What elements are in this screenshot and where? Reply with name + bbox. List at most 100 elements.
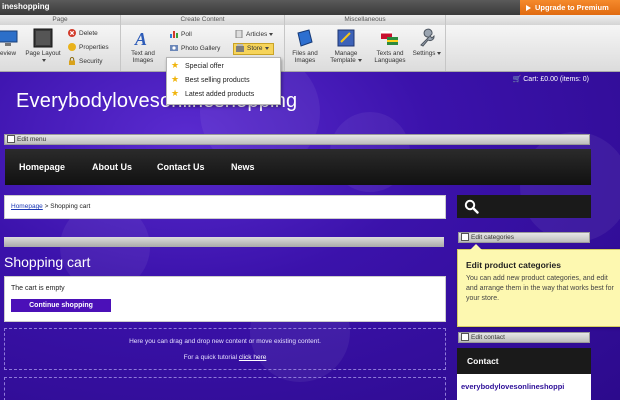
monitor-icon xyxy=(0,30,18,46)
cart-content-box: The cart is empty Continue shopping xyxy=(4,276,446,322)
properties-label: Properties xyxy=(79,44,109,51)
drop-zone-tutorial: For a quick tutorial click here xyxy=(5,354,445,361)
contact-email[interactable]: everybodylovesonlineshoppi xyxy=(461,382,589,391)
top-bar: ineshopping Upgrade to Premium xyxy=(0,0,620,15)
cart-empty-text: The cart is empty xyxy=(11,285,65,292)
nav-item-news[interactable]: News xyxy=(231,149,255,185)
upgrade-button[interactable]: Upgrade to Premium xyxy=(520,0,620,15)
lock-icon xyxy=(69,57,75,66)
chevron-down-icon xyxy=(269,32,274,36)
tooltip-title: Edit product categories xyxy=(466,260,561,270)
store-button[interactable]: Store xyxy=(233,43,274,55)
upgrade-label: Upgrade to Premium xyxy=(535,3,609,12)
files-and-images-label: Files and Images xyxy=(292,50,318,64)
poll-icon xyxy=(170,31,178,39)
photo-gallery-button[interactable]: Photo Gallery xyxy=(170,44,220,54)
search-icon[interactable] xyxy=(464,199,479,214)
group-header-misc: Miscellaneous xyxy=(285,15,446,25)
star-icon: ★ xyxy=(171,74,180,84)
text-icon: A xyxy=(134,29,147,48)
menu-item-label: Special offer xyxy=(185,63,224,70)
contact-header: Contact xyxy=(457,348,591,374)
separator xyxy=(120,15,121,71)
edit-icon xyxy=(461,233,469,242)
page-layout-label: Page Layout xyxy=(25,50,61,57)
menu-item-special-offer[interactable]: ★ Special offer xyxy=(171,61,224,73)
store-label: Store xyxy=(247,45,263,52)
articles-label: Articles xyxy=(246,31,268,38)
group-header-empty xyxy=(446,15,620,25)
continue-shopping-button[interactable]: Continue shopping xyxy=(11,299,111,312)
photo-gallery-label: Photo Gallery xyxy=(181,45,221,52)
breadcrumb-separator: > xyxy=(44,203,49,210)
group-header-create: Create Content xyxy=(121,15,285,25)
delete-button[interactable]: Delete xyxy=(68,29,98,39)
texts-and-languages-label: Texts and Languages xyxy=(374,50,406,64)
flags-icon xyxy=(381,31,398,45)
settings-label: Settings xyxy=(412,50,436,57)
edit-categories-strip[interactable]: Edit categories xyxy=(458,232,590,243)
text-and-images-label: Text and Images xyxy=(131,50,155,64)
layout-icon xyxy=(33,28,53,48)
store-icon xyxy=(236,44,244,53)
delete-icon xyxy=(68,29,76,38)
nav-item-about-us[interactable]: About Us xyxy=(92,149,132,185)
drop-zone-lower[interactable] xyxy=(4,377,446,400)
template-icon xyxy=(337,29,355,47)
site-title: ineshopping xyxy=(2,2,50,11)
cart-icon: 🛒 xyxy=(512,76,524,83)
photo-icon xyxy=(170,45,178,52)
security-label: Security xyxy=(79,58,103,65)
wrench-icon xyxy=(420,28,435,47)
drop-zone[interactable]: Here you can drag and drop new content o… xyxy=(4,328,446,370)
search-box[interactable] xyxy=(457,195,591,218)
menu-item-latest-added[interactable]: ★ Latest added products xyxy=(171,89,254,101)
editor-toolbar: Page Create Content Miscellaneous eview … xyxy=(0,15,620,72)
delete-label: Delete xyxy=(79,30,98,37)
edit-icon xyxy=(461,333,469,342)
poll-button[interactable]: Poll xyxy=(170,30,192,40)
settings-button[interactable]: Settings xyxy=(407,28,447,57)
edit-contact-strip[interactable]: Edit contact xyxy=(458,332,590,343)
text-and-images-button[interactable]: A Text and Images xyxy=(123,28,163,64)
categories-tooltip: Edit product categories You can add new … xyxy=(457,244,620,327)
menu-item-best-selling[interactable]: ★ Best selling products xyxy=(171,75,250,87)
security-button[interactable]: Security xyxy=(68,57,102,67)
contact-title: Contact xyxy=(467,356,499,366)
contact-body: everybodylovesonlineshoppi xyxy=(457,374,591,400)
tooltip-text: You can add new product categories, and … xyxy=(466,275,614,302)
drop-zone-text: Here you can drag and drop new content o… xyxy=(129,338,321,345)
breadcrumb: Homepage > Shopping cart xyxy=(11,203,90,210)
manage-template-label: Manage Template xyxy=(330,50,358,64)
chevron-down-icon xyxy=(357,58,362,62)
main-navigation: Homepage About Us Contact Us News xyxy=(5,149,591,185)
chevron-down-icon xyxy=(437,51,442,55)
properties-button[interactable]: Properties xyxy=(68,43,109,53)
edit-categories-label: Edit categories xyxy=(471,234,514,241)
tutorial-link[interactable]: click here xyxy=(239,354,266,361)
manage-template-button[interactable]: Manage Template xyxy=(326,28,366,64)
cart-summary[interactable]: 🛒 Cart: £0.00 (items: 0) xyxy=(513,75,589,83)
arrow-right-icon xyxy=(526,5,531,12)
content-edit-strip[interactable] xyxy=(4,237,444,247)
breadcrumb-box: Homepage > Shopping cart xyxy=(4,195,446,219)
edit-menu-strip[interactable]: Edit menu xyxy=(4,134,590,145)
edit-menu-label: Edit menu xyxy=(17,136,47,143)
site-canvas: 🛒 Cart: £0.00 (items: 0) Everybodyloveso… xyxy=(0,72,620,400)
svg-text:A: A xyxy=(134,29,147,48)
tooltip-arrow xyxy=(470,244,482,250)
cart-summary-text: Cart: £0.00 (items: 0) xyxy=(523,76,589,83)
nav-item-contact-us[interactable]: Contact Us xyxy=(157,149,205,185)
texts-and-languages-button[interactable]: Texts and Languages xyxy=(370,28,410,64)
chevron-down-icon xyxy=(264,46,269,50)
breadcrumb-home-link[interactable]: Homepage xyxy=(11,203,43,210)
edit-icon xyxy=(7,135,15,144)
articles-button[interactable]: Articles xyxy=(235,30,274,40)
page-layout-button[interactable]: Page Layout xyxy=(23,28,63,64)
menu-item-label: Latest added products xyxy=(185,91,255,98)
files-and-images-button[interactable]: Files and Images xyxy=(285,28,325,64)
edit-contact-label: Edit contact xyxy=(471,334,505,341)
poll-label: Poll xyxy=(181,31,192,38)
breadcrumb-current: Shopping cart xyxy=(50,203,91,210)
nav-item-homepage[interactable]: Homepage xyxy=(19,149,65,185)
